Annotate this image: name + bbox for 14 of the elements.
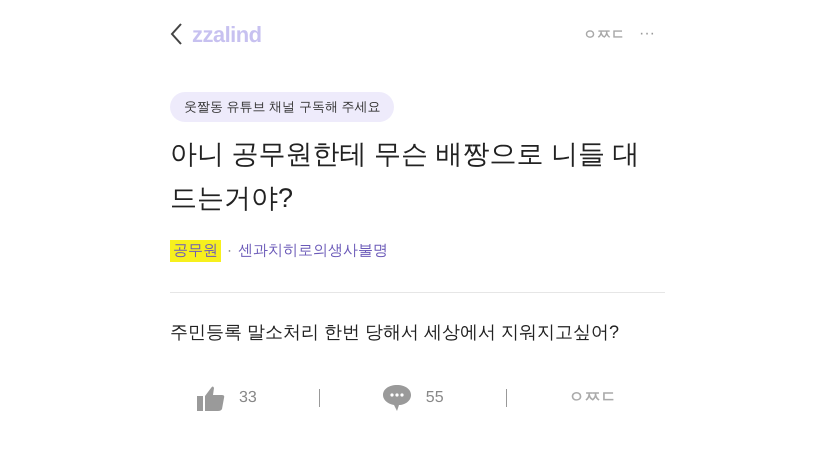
- tag-chip[interactable]: 웃짤동 유튜브 채널 구독해 주세요: [170, 92, 394, 122]
- thumbs-up-icon: [197, 385, 225, 411]
- brand-mark: ㅇㅉㄷ: [583, 24, 626, 44]
- post-title: 아니 공무원한테 무슨 배짱으로 니들 대드는거야?: [170, 138, 641, 214]
- author-name[interactable]: 공무원: [170, 240, 221, 262]
- brand-button[interactable]: ㅇㅉㄷ: [568, 386, 617, 410]
- separator: ·: [227, 240, 232, 260]
- back-icon[interactable]: [170, 23, 182, 45]
- like-button[interactable]: 33: [197, 385, 257, 411]
- post-body: 주민등록 말소처리 한번 당해서 세상에서 지워지고싶어?: [170, 321, 620, 344]
- more-button[interactable]: ···: [639, 22, 655, 46]
- comment-button[interactable]: 55: [382, 384, 444, 412]
- group-name[interactable]: 센과치히로의생사불명: [238, 240, 388, 262]
- speech-bubble-icon: [382, 384, 412, 412]
